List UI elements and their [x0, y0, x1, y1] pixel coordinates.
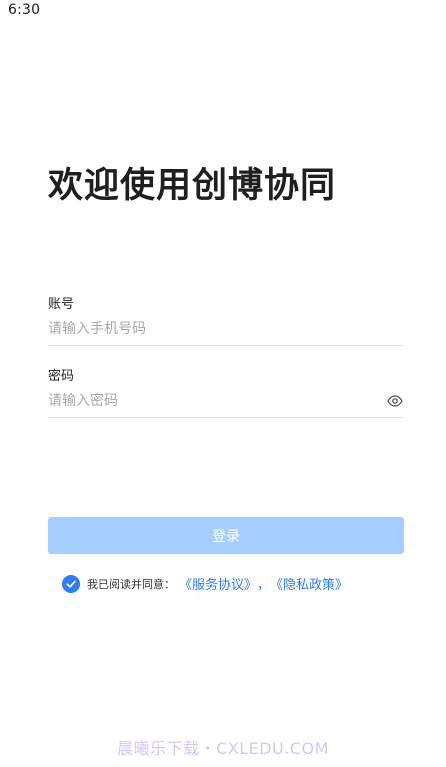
agreement-row: 我已阅读并同意： 《服务协议》 ， 《隐私政策》 — [62, 574, 348, 593]
checkbox-checked-icon[interactable] — [62, 574, 80, 593]
account-label: 账号 — [48, 297, 75, 312]
agreement-text: 我已阅读并同意： — [87, 577, 175, 591]
phone-input[interactable] — [48, 320, 348, 337]
account-field: 账号 — [48, 293, 405, 346]
account-input-row — [48, 316, 405, 346]
password-input-row — [48, 388, 405, 418]
watermark: 晨曦乐下载・CXLEDU.COM — [117, 739, 329, 758]
password-input[interactable] — [48, 392, 348, 409]
password-field: 密码 — [48, 365, 405, 418]
login-button[interactable]: 登录 — [48, 517, 404, 554]
service-agreement-link[interactable]: 《服务协议》 — [179, 574, 257, 593]
welcome-title: 欢迎使用创博协同 — [48, 166, 337, 206]
password-label: 密码 — [48, 369, 75, 384]
eye-icon[interactable] — [387, 393, 403, 409]
agreement-separator: ， — [257, 578, 271, 593]
status-bar-time: 6:30 — [8, 2, 41, 18]
login-screen: 6:30 欢迎使用创博协同 账号 密码 登录 我已阅读并同意： 《服务协议》 ，… — [0, 0, 446, 767]
privacy-policy-link[interactable]: 《隐私政策》 — [270, 574, 348, 593]
